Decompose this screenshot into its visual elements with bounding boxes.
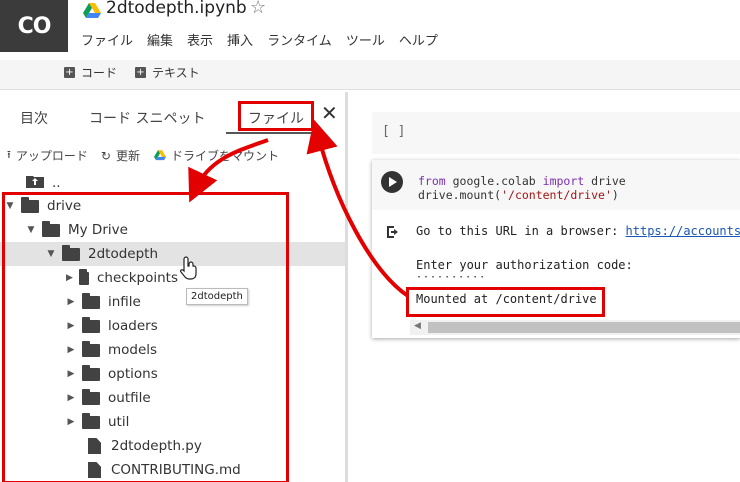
screen: { "app": {"logo_text": "CO", "notebook_t… <box>0 0 740 482</box>
annotation-arrows <box>188 119 410 298</box>
arrow-to-files-tab <box>306 119 410 298</box>
arrow-to-tree <box>188 138 269 203</box>
